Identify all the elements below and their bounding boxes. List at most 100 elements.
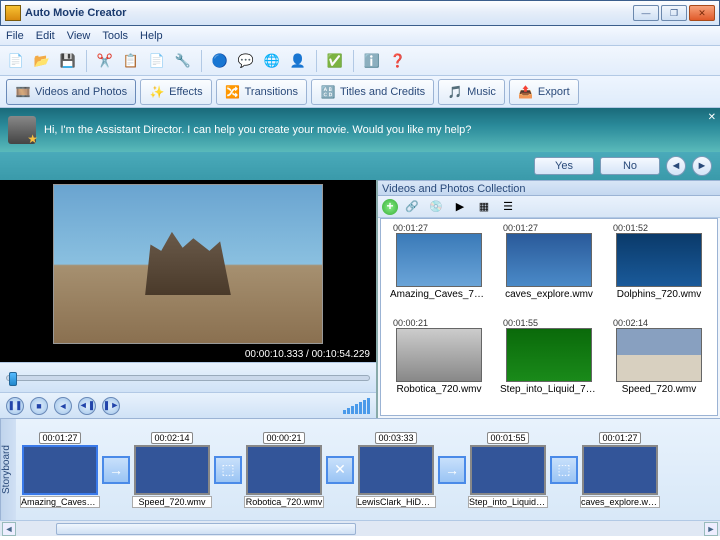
disc-icon[interactable]: 💿 <box>426 197 446 217</box>
info-icon[interactable]: ℹ️ <box>362 51 382 71</box>
paste-icon[interactable]: 📄 <box>147 51 167 71</box>
toolbar-main: 📄 📂 💾 ✂️ 📋 📄 🔧 🔵 💬 🌐 👤 ✅ ℹ️ ❓ <box>0 46 720 76</box>
copy-icon[interactable]: 📋 <box>121 51 141 71</box>
maximize-button[interactable]: ❐ <box>661 5 687 21</box>
collection-grid[interactable]: 00:01:27Amazing_Caves_720...00:01:27cave… <box>380 218 718 416</box>
clip-duration: 00:02:14 <box>151 432 192 444</box>
assistant-close-icon[interactable]: ✕ <box>708 112 716 123</box>
titlebar[interactable]: Auto Movie Creator — ❐ ✕ <box>0 0 720 26</box>
transition-slot[interactable]: ⬚ <box>550 456 578 484</box>
menu-help[interactable]: Help <box>140 30 163 42</box>
scroll-thumb[interactable] <box>56 523 356 535</box>
menu-tools[interactable]: Tools <box>102 30 128 42</box>
user-icon[interactable]: 👤 <box>288 51 308 71</box>
tab-effects[interactable]: ✨Effects <box>140 79 211 105</box>
clip-duration: 00:01:27 <box>39 432 80 444</box>
transition-slot[interactable]: ⬚ <box>214 456 242 484</box>
storyboard-clip[interactable]: 00:01:27Amazing_Caves_72... <box>20 432 100 508</box>
preview-panel: 00:00:10.333 / 00:10:54.229 ❚❚ ■ ◄ ◄❚ ❚► <box>0 180 378 418</box>
storyboard-label: Storyboard <box>0 419 16 520</box>
wizard-icon[interactable]: 🔵 <box>210 51 230 71</box>
clip-thumbnail <box>582 445 658 495</box>
clip-thumbnail <box>506 328 592 382</box>
menu-view[interactable]: View <box>67 30 91 42</box>
film-icon: 🎞️ <box>15 84 31 100</box>
assistant-yes-button[interactable]: Yes <box>534 157 594 175</box>
tab-music[interactable]: 🎵Music <box>438 79 505 105</box>
assistant-icon <box>8 116 36 144</box>
storyboard-scrollbar[interactable]: ◄ ► <box>0 520 720 536</box>
play-icon[interactable]: ▶ <box>450 197 470 217</box>
clip-duration: 00:01:55 <box>503 318 538 328</box>
seek-slider[interactable] <box>6 375 370 381</box>
tab-titles[interactable]: 🔠Titles and Credits <box>311 79 434 105</box>
storyboard-clip[interactable]: 00:03:33LewisClark_HiDefW... <box>356 432 436 508</box>
prev-button[interactable]: ◄ <box>54 397 72 415</box>
stop-button[interactable]: ■ <box>30 397 48 415</box>
menu-edit[interactable]: Edit <box>36 30 55 42</box>
scroll-right-button[interactable]: ► <box>704 522 718 536</box>
menu-file[interactable]: File <box>6 30 24 42</box>
clip-thumbnail <box>470 445 546 495</box>
clip-name: Robotica_720.wmv <box>390 384 488 395</box>
step-back-button[interactable]: ◄❚ <box>78 397 96 415</box>
link-icon[interactable]: 🔗 <box>402 197 422 217</box>
nav-forward-button[interactable]: ► <box>692 156 712 176</box>
save-icon[interactable]: 💾 <box>58 51 78 71</box>
clip-thumbnail <box>396 328 482 382</box>
window-title: Auto Movie Creator <box>25 7 633 19</box>
cut-icon[interactable]: ✂️ <box>95 51 115 71</box>
preview-frame <box>53 184 323 344</box>
assistant-no-button[interactable]: No <box>600 157 660 175</box>
scroll-left-button[interactable]: ◄ <box>2 522 16 536</box>
volume-meter[interactable] <box>343 398 370 414</box>
menu-bar: File Edit View Tools Help <box>0 26 720 46</box>
clip-thumbnail <box>506 233 592 287</box>
open-icon[interactable]: 📂 <box>32 51 52 71</box>
swap-icon: 🔀 <box>225 84 241 100</box>
transition-slot[interactable]: → <box>438 456 466 484</box>
storyboard-track[interactable]: 00:01:27Amazing_Caves_72...→00:02:14Spee… <box>16 419 720 520</box>
collection-item[interactable]: 00:01:27caves_explore.wmv <box>495 223 603 316</box>
nav-back-button[interactable]: ◄ <box>666 156 686 176</box>
tab-export[interactable]: 📤Export <box>509 79 579 105</box>
collection-header: Videos and Photos Collection <box>378 180 720 196</box>
tab-videos-photos[interactable]: 🎞️Videos and Photos <box>6 79 136 105</box>
collection-item[interactable]: 00:02:14Speed_720.wmv <box>605 318 713 411</box>
step-fwd-button[interactable]: ❚► <box>102 397 120 415</box>
clip-name: Speed_720.wmv <box>610 384 708 395</box>
world-icon[interactable]: 🌐 <box>262 51 282 71</box>
storyboard-clip[interactable]: 00:01:27caves_explore.wmv <box>580 432 660 508</box>
music-icon: 🎵 <box>447 84 463 100</box>
transition-slot[interactable]: → <box>102 456 130 484</box>
grid-icon[interactable]: ▦ <box>474 197 494 217</box>
tab-transitions[interactable]: 🔀Transitions <box>216 79 307 105</box>
clip-name: LewisClark_HiDefW... <box>356 496 436 508</box>
collection-item[interactable]: 00:01:27Amazing_Caves_720... <box>385 223 493 316</box>
clip-thumbnail <box>22 445 98 495</box>
collection-item[interactable]: 00:01:55Step_into_Liquid_720.w... <box>495 318 603 411</box>
clip-thumbnail <box>396 233 482 287</box>
transition-slot[interactable]: ✕ <box>326 456 354 484</box>
add-media-button[interactable]: + <box>382 199 398 215</box>
tool-icon[interactable]: 🔧 <box>173 51 193 71</box>
close-button[interactable]: ✕ <box>689 5 715 21</box>
clip-duration: 00:00:21 <box>393 318 428 328</box>
collection-toolbar: + 🔗 💿 ▶ ▦ ☰ <box>378 196 720 218</box>
check-icon[interactable]: ✅ <box>325 51 345 71</box>
wand-icon: ✨ <box>149 84 165 100</box>
storyboard-clip[interactable]: 00:01:55Step_into_Liquid_7... <box>468 432 548 508</box>
collection-item[interactable]: 00:01:52Dolphins_720.wmv <box>605 223 713 316</box>
clip-name: Dolphins_720.wmv <box>610 289 708 300</box>
help-icon[interactable]: ❓ <box>388 51 408 71</box>
preview-canvas[interactable] <box>0 180 376 347</box>
storyboard-clip[interactable]: 00:02:14Speed_720.wmv <box>132 432 212 508</box>
collection-item[interactable]: 00:00:21 Robotica_720.wmv <box>385 318 493 411</box>
assistant-message: Hi, I'm the Assistant Director. I can he… <box>44 124 471 136</box>
storyboard-clip[interactable]: 00:00:21Robotica_720.wmv <box>244 432 324 508</box>
list-icon[interactable]: ☰ <box>498 197 518 217</box>
new-icon[interactable]: 📄 <box>6 51 26 71</box>
chat-icon[interactable]: 💬 <box>236 51 256 71</box>
pause-button[interactable]: ❚❚ <box>6 397 24 415</box>
minimize-button[interactable]: — <box>633 5 659 21</box>
